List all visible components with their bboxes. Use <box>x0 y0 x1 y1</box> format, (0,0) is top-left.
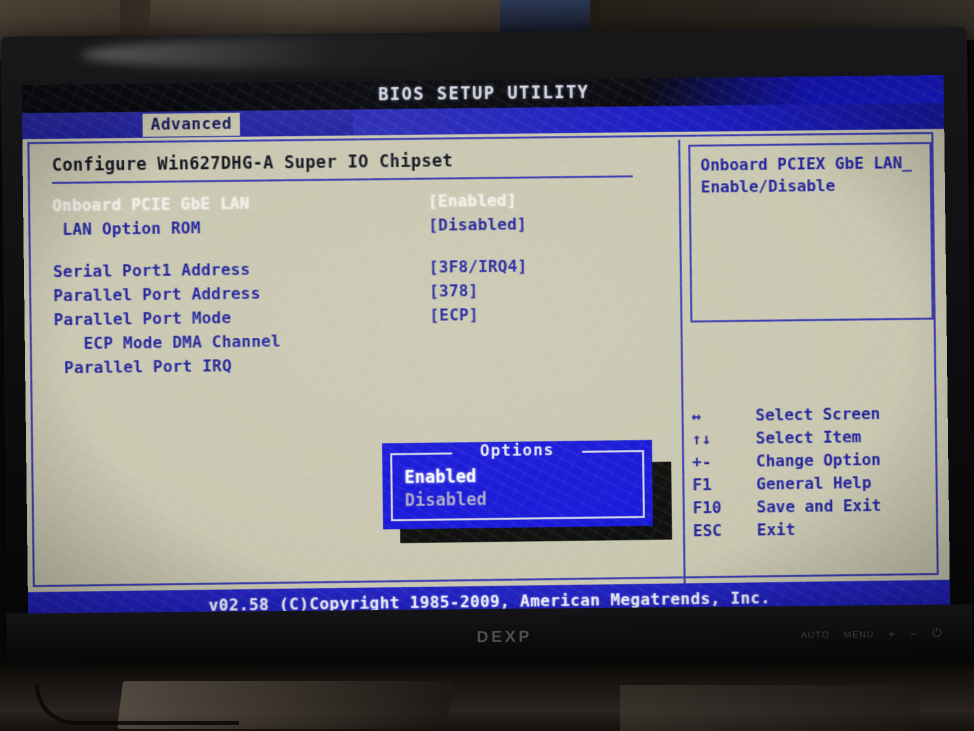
options-list-item[interactable]: Disabled <box>405 489 487 513</box>
osd-button-power-icon[interactable]: ⏻ <box>932 626 943 641</box>
key-legend-key: ESC <box>692 520 722 541</box>
key-legend-description: Exit <box>756 519 796 540</box>
key-legend-row: F1 General Help <box>692 472 935 498</box>
key-legend-key: F1 <box>692 475 712 495</box>
section-header-rule <box>51 175 633 184</box>
osd-button-minus[interactable]: − <box>910 626 918 640</box>
key-legend-description: Select Screen <box>755 404 881 425</box>
settings-row-label: ECP Mode DMA Channel <box>53 331 281 354</box>
photo-scene: BIOS SETUP UTILITY Advanced Configure Wi… <box>0 0 974 731</box>
settings-list: Onboard PCIE GbE LAN [Enabled] LAN Option… <box>42 189 643 382</box>
key-legend-description: General Help <box>756 473 872 494</box>
settings-row-label: Parallel Port Mode <box>53 308 232 330</box>
key-legend-row: +- Change Option <box>692 449 935 475</box>
options-list-item[interactable]: Enabled <box>404 466 486 490</box>
key-legend-key: +- <box>692 452 712 472</box>
help-box: Onboard PCIEX GbE LAN_ Enable/Disable <box>688 142 934 323</box>
section-header: Configure Win627DHG-A Super IO Chipset <box>51 151 454 176</box>
key-legend-key: ↔ <box>691 406 702 426</box>
monitor: BIOS SETUP UTILITY Advanced Configure Wi… <box>0 27 974 682</box>
settings-row-label: LAN Option ROM <box>52 218 201 240</box>
monitor-brand-logo: DEXP <box>476 628 533 647</box>
options-title: Options <box>479 440 555 461</box>
osd-button-plus[interactable]: + <box>888 627 896 641</box>
desk-cable <box>35 685 239 725</box>
help-text: Onboard PCIEX GbE LAN_ Enable/Disable <box>700 153 912 197</box>
key-legend-description: Select Item <box>755 427 862 448</box>
desk-surface <box>0 665 974 731</box>
osd-button-auto[interactable]: AUTO <box>801 629 830 639</box>
tab-advanced[interactable]: Advanced <box>142 112 241 137</box>
key-legend-key: ↑↓ <box>691 429 712 449</box>
settings-row-label: Parallel Port Address <box>53 283 261 306</box>
settings-row-value[interactable]: [Disabled] <box>428 215 527 235</box>
monitor-bezel-glare <box>80 32 642 72</box>
settings-row-value[interactable]: [3F8/IRQ4] <box>429 257 528 277</box>
settings-row-value[interactable]: [Enabled] <box>428 191 517 211</box>
key-legend-row: ESC Exit <box>693 518 936 544</box>
settings-row-label: Serial Port1 Address <box>52 259 251 282</box>
key-legend-row: F10 Save and Exit <box>693 495 936 521</box>
osd-button-menu[interactable]: MENU <box>844 629 875 639</box>
column-divider <box>678 139 686 584</box>
bios-screen: BIOS SETUP UTILITY Advanced Configure Wi… <box>21 75 951 625</box>
room-blue-object <box>500 0 590 34</box>
key-legend-description: Save and Exit <box>756 495 882 517</box>
monitor-osd-buttons[interactable]: AUTO MENU + − ⏻ <box>801 626 943 642</box>
settings-row-label: Parallel Port IRQ <box>54 356 232 378</box>
key-legend: ↔ Select Screen ↑↓ Select Item +- Change Opti… <box>691 403 936 544</box>
help-column: Onboard PCIEX GbE LAN_ Enable/Disable ↔ S… <box>688 142 936 578</box>
bios-body: Configure Win627DHG-A Super IO Chipset O… <box>22 128 950 593</box>
key-legend-key: F10 <box>692 497 722 518</box>
options-popup[interactable]: Options Enabled Disabled <box>382 439 653 530</box>
key-legend-row: ↑↓ Select Item <box>692 426 935 452</box>
key-legend-row: ↔ Select Screen <box>691 403 934 429</box>
desk-paper-2 <box>620 685 920 731</box>
settings-row-label: Onboard PCIE GbE LAN <box>52 193 250 215</box>
options-list: Enabled Disabled <box>404 466 486 513</box>
settings-row-value[interactable]: [378] <box>429 281 478 301</box>
settings-row-value[interactable]: [ECP] <box>429 305 478 325</box>
key-legend-description: Change Option <box>755 449 881 471</box>
